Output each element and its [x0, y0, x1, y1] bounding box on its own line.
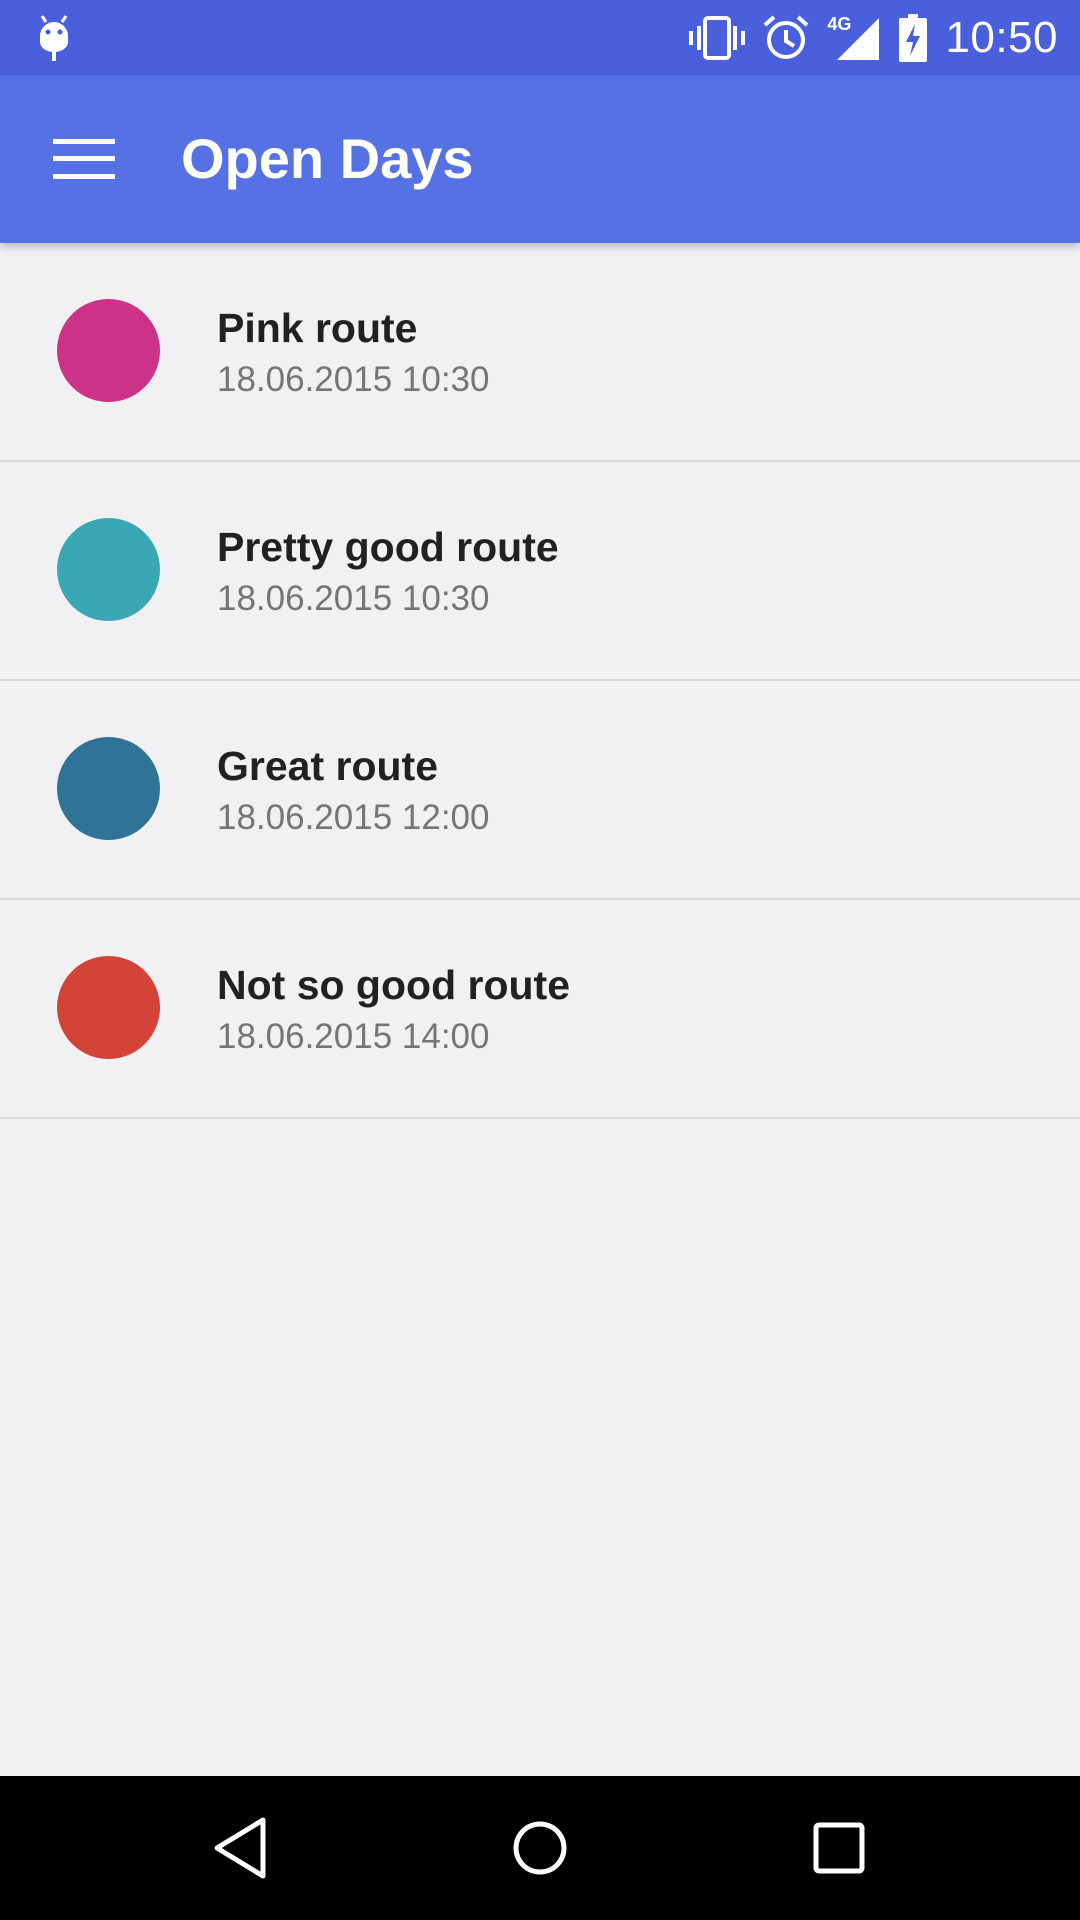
page-title: Open Days — [181, 127, 474, 190]
battery-charging-icon — [899, 13, 928, 62]
android-debug-icon — [36, 14, 72, 62]
route-color-dot — [57, 737, 160, 840]
route-color-dot — [57, 518, 160, 621]
app-bar: Open Days — [0, 75, 1080, 243]
recents-button[interactable] — [789, 1798, 889, 1898]
list-item[interactable]: Not so good route 18.06.2015 14:00 — [0, 900, 1080, 1119]
network-type-label: 4G — [827, 13, 852, 34]
vibrate-icon — [689, 15, 746, 60]
route-datetime: 18.06.2015 10:30 — [217, 579, 490, 618]
route-color-dot — [57, 956, 160, 1059]
status-icons: 4G 10:50 — [689, 0, 1058, 75]
route-list: Pink route 18.06.2015 10:30 Pretty good … — [0, 243, 1080, 1119]
status-time: 10:50 — [945, 12, 1058, 62]
route-name: Great route — [217, 743, 438, 789]
alarm-icon — [763, 15, 809, 61]
list-item[interactable]: Great route 18.06.2015 12:00 — [0, 681, 1080, 900]
status-bar: 4G 10:50 — [0, 0, 1080, 75]
menu-button[interactable] — [20, 123, 148, 195]
list-item[interactable]: Pink route 18.06.2015 10:30 — [0, 243, 1080, 462]
screen: 4G 10:50 Open Days Pink route 18.06.2015… — [0, 0, 1080, 1920]
route-datetime: 18.06.2015 14:00 — [217, 1017, 490, 1056]
list-item[interactable]: Pretty good route 18.06.2015 10:30 — [0, 462, 1080, 681]
route-datetime: 18.06.2015 10:30 — [217, 360, 490, 399]
route-name: Pretty good route — [217, 524, 559, 570]
back-button[interactable] — [191, 1798, 291, 1898]
system-nav-bar — [0, 1776, 1080, 1920]
signal-4g-icon: 4G — [827, 14, 881, 62]
route-name: Pink route — [217, 305, 418, 351]
route-color-dot — [57, 299, 160, 402]
back-icon — [214, 1817, 266, 1879]
home-button[interactable] — [490, 1798, 590, 1898]
route-datetime: 18.06.2015 12:00 — [217, 798, 490, 837]
route-name: Not so good route — [217, 962, 571, 1008]
hamburger-menu-icon — [53, 139, 115, 179]
home-icon — [513, 1821, 567, 1875]
recents-icon — [813, 1822, 865, 1874]
